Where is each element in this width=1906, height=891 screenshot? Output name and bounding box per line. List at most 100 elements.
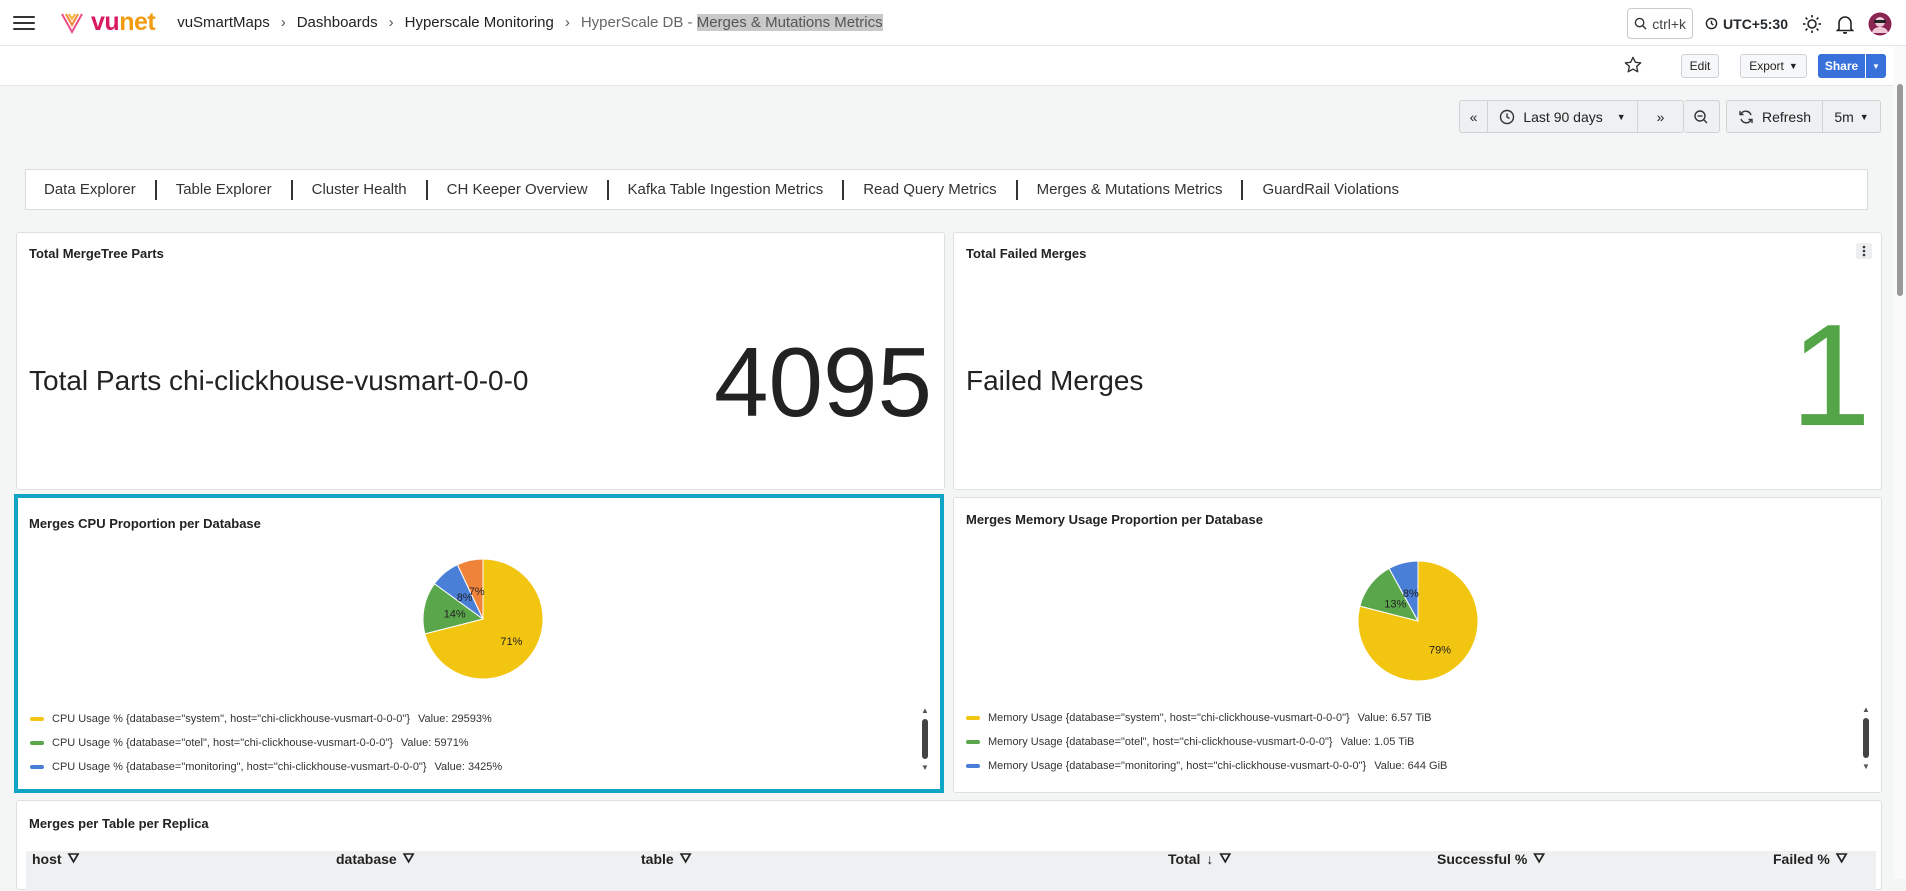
time-back-button[interactable]: « xyxy=(1460,101,1488,132)
legend-swatch xyxy=(966,716,980,720)
chevron-down-icon: ▼ xyxy=(1788,61,1798,71)
legend-item[interactable]: CPU Usage % {database="monitoring", host… xyxy=(30,755,502,779)
breadcrumb-separator: › xyxy=(388,14,394,31)
panel-merges-cpu-proportion[interactable]: Merges CPU Proportion per Database 71% 14… xyxy=(14,494,944,793)
sort-desc-icon: ↓ xyxy=(1206,850,1214,867)
legend-value: Value: 1.05 TiB xyxy=(1340,736,1415,748)
theme-toggle-button[interactable] xyxy=(1802,14,1822,34)
legend-scrollbar[interactable]: ▲ ▼ xyxy=(920,706,930,786)
search-shortcut: ctrl+k xyxy=(1652,15,1687,32)
legend-label: Memory Usage {database="system", host="c… xyxy=(988,712,1350,724)
star-icon[interactable] xyxy=(1624,56,1642,74)
refresh-button[interactable]: Refresh xyxy=(1727,101,1823,132)
panel-merges-per-table: Merges per Table per Replica xyxy=(16,800,1882,891)
legend-value: Value: 3425% xyxy=(434,761,503,773)
column-label: Successful % xyxy=(1437,850,1528,867)
column-label: Total xyxy=(1168,850,1201,867)
legend-swatch xyxy=(30,717,44,721)
search-icon xyxy=(1634,17,1647,30)
page-scroll-thumb[interactable] xyxy=(1897,84,1903,296)
page-scrollbar[interactable] xyxy=(1894,46,1906,879)
filter-icon[interactable]: ⛛ xyxy=(403,850,415,867)
zoom-out-button[interactable] xyxy=(1684,100,1720,133)
legend-swatch xyxy=(30,741,44,745)
column-failed-pct[interactable]: Failed % ⛛ xyxy=(1773,850,1848,867)
nav-link-cluster-health[interactable]: Cluster Health xyxy=(293,179,428,200)
column-table[interactable]: table ⛛ xyxy=(641,850,691,867)
panel-total-mergetree-parts: Total MergeTree Parts Total Parts chi-cl… xyxy=(16,232,945,490)
menu-icon[interactable] xyxy=(13,15,35,30)
panel-title: Total Failed Merges xyxy=(966,246,1087,261)
legend-scrollbar[interactable]: ▲ ▼ xyxy=(1861,705,1871,785)
breadcrumb: vuSmartMaps › Dashboards › Hyperscale Mo… xyxy=(177,14,883,31)
nav-link-kafka-table-ingestion[interactable]: Kafka Table Ingestion Metrics xyxy=(609,179,845,200)
chevron-down-icon: ▼ xyxy=(1616,111,1626,122)
panel-title: Merges Memory Usage Proportion per Datab… xyxy=(966,512,1263,527)
table-header xyxy=(26,851,1876,891)
legend-item[interactable]: Memory Usage {database="monitoring", hos… xyxy=(966,754,1447,778)
refresh-icon xyxy=(1739,110,1753,123)
filter-icon[interactable]: ⛛ xyxy=(68,850,80,867)
legend-label: CPU Usage % {database="monitoring", host… xyxy=(52,761,427,773)
search-button[interactable]: ctrl+k xyxy=(1627,8,1694,39)
time-forward-button[interactable]: » xyxy=(1638,101,1683,132)
breadcrumb-hyperscale-monitoring[interactable]: Hyperscale Monitoring xyxy=(405,14,554,31)
time-range-button[interactable]: Last 90 days ▼ xyxy=(1488,101,1638,132)
chevron-down-icon: ▼ xyxy=(1859,111,1869,122)
pie-label-system: 79% xyxy=(1429,644,1451,656)
panel-title: Total MergeTree Parts xyxy=(29,246,164,261)
legend-item[interactable]: CPU Usage % {database="system", host="ch… xyxy=(30,707,502,731)
edit-button[interactable]: Edit xyxy=(1681,54,1719,78)
stat-label: Total Parts chi-clickhouse-vusmart-0-0-0 xyxy=(29,365,529,396)
scroll-up-icon: ▲ xyxy=(921,706,929,715)
dashboard-toolbar: Edit Export ▼ Share ▼ xyxy=(0,46,1906,86)
avatar[interactable] xyxy=(1868,12,1892,36)
scroll-thumb[interactable] xyxy=(1863,718,1869,758)
share-dropdown-button[interactable]: ▼ xyxy=(1866,54,1886,78)
sun-icon xyxy=(1803,14,1821,33)
legend-swatch xyxy=(966,764,980,768)
pie-label-otel: 13% xyxy=(1384,598,1406,610)
pie-label-other: 7% xyxy=(469,586,485,598)
panel-menu-icon[interactable] xyxy=(1856,243,1872,259)
column-database[interactable]: database ⛛ xyxy=(336,850,414,867)
export-button[interactable]: Export ▼ xyxy=(1740,54,1807,78)
logo[interactable]: vunet xyxy=(59,8,156,37)
nav-link-read-query-metrics[interactable]: Read Query Metrics xyxy=(844,179,1018,200)
scroll-down-icon: ▼ xyxy=(1862,762,1870,771)
column-host[interactable]: host ⛛ xyxy=(32,850,79,867)
breadcrumb-vusmartmaps[interactable]: vuSmartMaps xyxy=(177,14,270,31)
legend-swatch xyxy=(966,740,980,744)
notifications-button[interactable] xyxy=(1836,14,1854,34)
filter-icon[interactable]: ⛛ xyxy=(680,850,692,867)
scroll-thumb[interactable] xyxy=(922,719,928,759)
filter-icon[interactable]: ⛛ xyxy=(1836,850,1848,867)
filter-icon[interactable]: ⛛ xyxy=(1219,850,1231,867)
panel-title: Merges CPU Proportion per Database xyxy=(29,516,261,531)
nav-link-data-explorer[interactable]: Data Explorer xyxy=(44,179,157,200)
refresh-interval-button[interactable]: 5m ▼ xyxy=(1823,101,1880,132)
column-total[interactable]: Total ↓ ⛛ xyxy=(1168,850,1231,867)
nav-link-guardrail-violations[interactable]: GuardRail Violations xyxy=(1243,180,1417,200)
pie-label-monitoring: 8% xyxy=(1403,588,1419,600)
column-label: host xyxy=(32,850,62,867)
nav-link-merges-mutations-metrics[interactable]: Merges & Mutations Metrics xyxy=(1018,179,1244,200)
legend-item[interactable]: Memory Usage {database="system", host="c… xyxy=(966,706,1447,730)
clock-icon xyxy=(1705,17,1718,30)
nav-link-table-explorer[interactable]: Table Explorer xyxy=(157,179,293,200)
share-button[interactable]: Share xyxy=(1818,54,1865,78)
timezone-button[interactable]: UTC+5:30 xyxy=(1705,16,1788,32)
legend-item[interactable]: Memory Usage {database="otel", host="chi… xyxy=(966,730,1447,754)
memory-legend: Memory Usage {database="system", host="c… xyxy=(966,706,1447,778)
legend-label: Memory Usage {database="otel", host="chi… xyxy=(988,736,1333,748)
memory-pie-chart: 79% 13%8% xyxy=(1358,561,1478,681)
legend-item[interactable]: CPU Usage % {database="otel", host="chi-… xyxy=(30,731,502,755)
nav-link-ch-keeper-overview[interactable]: CH Keeper Overview xyxy=(428,179,609,200)
cpu-pie-chart: 71%14%8%7% xyxy=(423,559,543,679)
cpu-legend: CPU Usage % {database="system", host="ch… xyxy=(30,707,502,779)
column-label: table xyxy=(641,850,674,867)
column-successful-pct[interactable]: Successful % ⛛ xyxy=(1437,850,1545,867)
panel-title: Merges per Table per Replica xyxy=(29,816,209,831)
breadcrumb-dashboards[interactable]: Dashboards xyxy=(297,14,378,31)
filter-icon[interactable]: ⛛ xyxy=(1533,850,1545,867)
